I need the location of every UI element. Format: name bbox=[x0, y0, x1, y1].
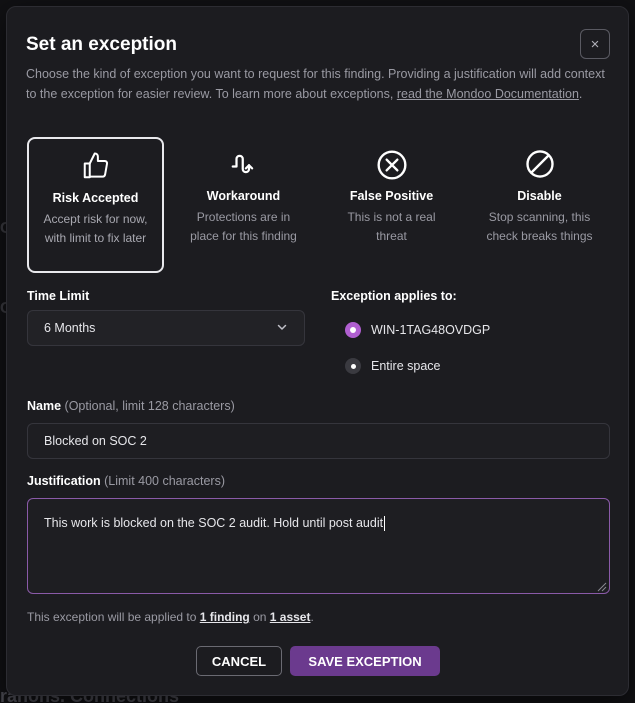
justification-value: This work is blocked on the SOC 2 audit.… bbox=[44, 516, 384, 530]
option-label: Workaround bbox=[206, 189, 281, 203]
disable-icon bbox=[471, 149, 608, 179]
radio-button[interactable] bbox=[345, 322, 361, 338]
description-end: . bbox=[578, 86, 583, 101]
justification-textarea[interactable]: This work is blocked on the SOC 2 audit.… bbox=[27, 498, 610, 594]
chevron-down-icon bbox=[276, 321, 288, 336]
radio-label: Entire space bbox=[371, 359, 441, 373]
option-description: This is not a real threat bbox=[347, 210, 436, 243]
radio-option-entire-space[interactable]: Entire space bbox=[345, 358, 440, 374]
option-workaround[interactable]: Workaround Protections are in place for … bbox=[175, 137, 312, 273]
assets-count-link[interactable]: 1 asset bbox=[270, 610, 311, 624]
circle-x-icon bbox=[323, 149, 460, 180]
radio-button[interactable] bbox=[345, 358, 361, 374]
name-hint: (Optional, limit 128 characters) bbox=[64, 399, 235, 413]
applies-to-label: Exception applies to: bbox=[331, 289, 457, 303]
justification-hint: (Limit 400 characters) bbox=[104, 474, 225, 488]
resize-handle-icon[interactable] bbox=[597, 581, 607, 592]
name-label: Name (Optional, limit 128 characters) bbox=[27, 399, 235, 413]
option-description: Stop scanning, this check breaks things bbox=[486, 210, 593, 243]
name-field[interactable]: Blocked on SOC 2 bbox=[27, 423, 610, 459]
time-limit-select[interactable]: 6 Months bbox=[27, 310, 305, 346]
option-description: Protections are in place for this findin… bbox=[190, 210, 297, 243]
documentation-link[interactable]: read the Mondoo Documentation bbox=[397, 87, 579, 101]
thumbs-up-icon bbox=[29, 151, 162, 181]
option-false-positive[interactable]: False Positive This is not a real threat bbox=[323, 137, 460, 273]
option-label: Disable bbox=[517, 189, 562, 203]
applied-summary: This exception will be applied to 1 find… bbox=[27, 610, 314, 624]
workaround-icon bbox=[175, 149, 312, 179]
option-risk-accepted[interactable]: Risk Accepted Accept risk for now, with … bbox=[27, 137, 164, 273]
close-button[interactable]: × bbox=[580, 29, 610, 59]
summary-text: on bbox=[249, 610, 270, 624]
time-limit-label: Time Limit bbox=[27, 289, 90, 303]
justification-label: Justification (Limit 400 characters) bbox=[27, 474, 225, 488]
time-limit-value: 6 Months bbox=[44, 321, 96, 335]
option-description: Accept risk for now, with limit to fix l… bbox=[43, 212, 148, 245]
text-caret bbox=[384, 516, 386, 532]
summary-text: This exception will be applied to bbox=[27, 610, 200, 624]
close-icon: × bbox=[590, 35, 600, 53]
exception-dialog: Set an exception × Choose the kind of ex… bbox=[6, 6, 629, 696]
radio-label: WIN-1TAG48OVDGP bbox=[371, 323, 491, 337]
option-label: Risk Accepted bbox=[52, 191, 139, 205]
option-label: False Positive bbox=[349, 189, 434, 203]
name-value: Blocked on SOC 2 bbox=[44, 434, 147, 448]
dialog-description: Choose the kind of exception you want to… bbox=[26, 65, 606, 104]
save-exception-button[interactable]: SAVE EXCEPTION bbox=[290, 646, 440, 676]
cancel-button[interactable]: CANCEL bbox=[196, 646, 282, 676]
justification-label-text: Justification bbox=[27, 474, 101, 488]
name-label-text: Name bbox=[27, 399, 62, 413]
summary-text: . bbox=[310, 610, 314, 624]
dialog-title: Set an exception bbox=[26, 34, 177, 55]
radio-option-asset[interactable]: WIN-1TAG48OVDGP bbox=[345, 322, 490, 338]
exception-type-options: Risk Accepted Accept risk for now, with … bbox=[27, 137, 617, 273]
option-disable[interactable]: Disable Stop scanning, this check breaks… bbox=[471, 137, 608, 273]
findings-count-link[interactable]: 1 finding bbox=[200, 610, 250, 624]
